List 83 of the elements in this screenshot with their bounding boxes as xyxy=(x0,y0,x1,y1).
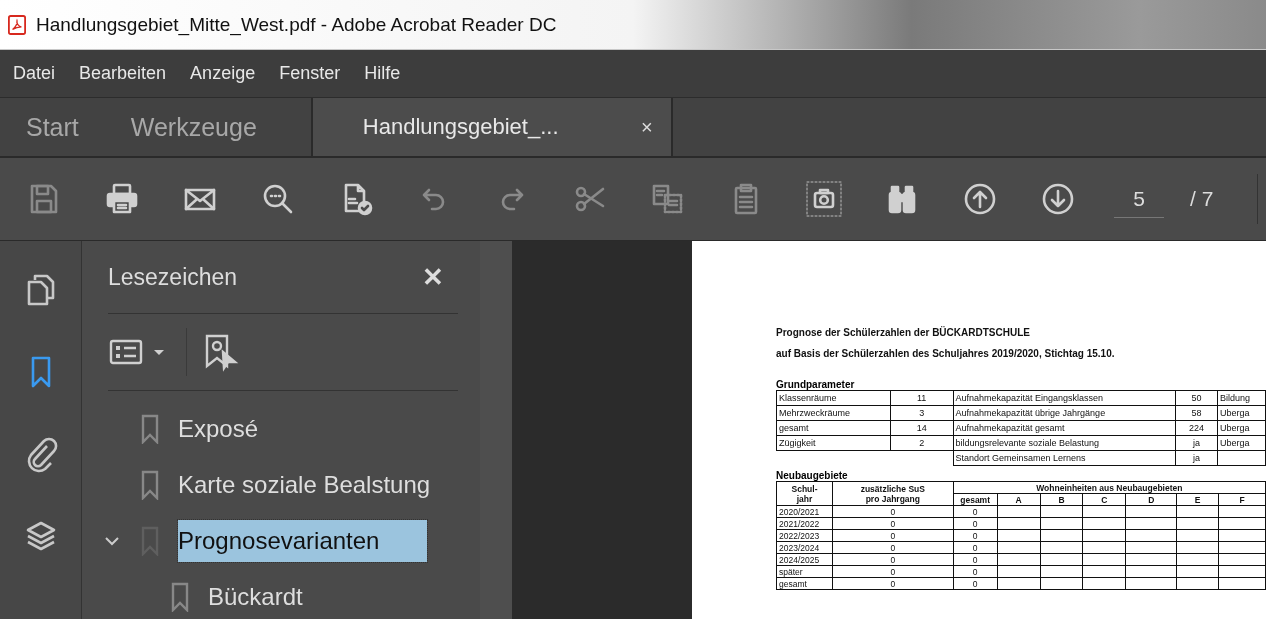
table-cell: Uberga xyxy=(1217,435,1266,451)
table-cell: 2024/2025 xyxy=(776,553,833,566)
page-count: / 7 xyxy=(1190,187,1214,211)
table-cell: 14 xyxy=(890,420,954,436)
table-cell: 0 xyxy=(832,577,954,590)
table-cell: 0 xyxy=(953,553,998,566)
column-header: B xyxy=(1040,493,1083,506)
table-cell: 3 xyxy=(890,405,954,421)
menu-item[interactable]: Datei xyxy=(13,63,56,84)
table-cell: später xyxy=(776,565,833,578)
bookmark-icon xyxy=(140,470,160,500)
table-cell: 0 xyxy=(953,565,998,578)
table-cell: 0 xyxy=(953,577,998,590)
table-cell: 2021/2022 xyxy=(776,517,833,530)
table-cell: 0 xyxy=(953,517,998,530)
tab[interactable]: Werkzeuge xyxy=(104,98,283,156)
table-cell: 2023/2024 xyxy=(776,541,833,554)
table-cell: gesamt xyxy=(776,577,833,590)
column-header: Wohneinheiten aus Neubaugebieten xyxy=(953,481,1266,494)
menu-item[interactable]: Fenster xyxy=(279,63,341,84)
section-title: Grundparameter xyxy=(776,379,856,390)
document-heading: auf Basis der Schülerzahlen des Schuljahres 2019/2020, Stichtag 15.10. xyxy=(776,348,1116,361)
bookmark-icon xyxy=(140,414,160,444)
close-tab-icon[interactable]: × xyxy=(641,115,653,139)
page-number-field[interactable]: 5 xyxy=(1114,180,1164,218)
column-header: D xyxy=(1125,493,1177,506)
bookmark-item[interactable]: Bückardt xyxy=(208,579,303,615)
table-cell: Aufnahmekapazität Eingangsklassen xyxy=(953,390,1176,406)
column-header: A xyxy=(997,493,1040,506)
tab[interactable]: Start xyxy=(0,98,105,156)
table-cell: Klassenräume xyxy=(776,390,891,406)
table-cell: 0 xyxy=(832,565,954,578)
section-title: Neubaugebiete xyxy=(776,470,849,481)
bookmark-item[interactable]: Karte soziale Bealstung xyxy=(178,467,431,503)
table-cell: 0 xyxy=(832,529,954,542)
table-cell: 0 xyxy=(832,553,954,566)
menu-item[interactable]: Anzeige xyxy=(190,63,256,84)
table-cell: Zügigkeit xyxy=(776,435,891,451)
bookmark-target-icon[interactable] xyxy=(203,332,239,372)
table-cell: 0 xyxy=(953,505,998,518)
menu-item[interactable]: Bearbeiten xyxy=(79,63,167,84)
table-cell: ja xyxy=(1175,450,1218,466)
arrow-up-icon[interactable] xyxy=(962,181,998,217)
arrow-down-icon[interactable] xyxy=(1040,181,1076,217)
table-cell: 0 xyxy=(832,505,954,518)
table-cell: 58 xyxy=(1175,405,1218,421)
window-title: Handlungsgebiet_Mitte_West.pdf - Adobe Acrobat Reader DC xyxy=(36,13,557,36)
table-cell: 0 xyxy=(832,517,954,530)
camera-icon[interactable] xyxy=(806,181,842,217)
column-header: gesamt xyxy=(953,493,998,506)
table-cell: Mehrzweckräume xyxy=(776,405,891,421)
column-header: C xyxy=(1082,493,1126,506)
table-cell: 2020/2021 xyxy=(776,505,833,518)
table-cell: ja xyxy=(1175,435,1218,451)
table-cell: gesamt xyxy=(776,420,891,436)
column-header: F xyxy=(1218,493,1266,506)
table-cell: 0 xyxy=(953,529,998,542)
menu-item[interactable]: Hilfe xyxy=(364,63,401,84)
bookmark-item[interactable]: Prognosevarianten xyxy=(178,520,428,562)
panel-title: Lesezeichen xyxy=(108,263,238,291)
table-cell: Standort Gemeinsamen Lernens xyxy=(953,450,1176,466)
close-icon[interactable]: ✕ xyxy=(422,261,444,293)
bookmark-item[interactable]: Exposé xyxy=(178,411,259,447)
table-cell: Bildung xyxy=(1217,390,1266,406)
pdf-app-icon xyxy=(8,14,26,35)
table-cell: Aufnahmekapazität übrige Jahrgänge xyxy=(953,405,1176,421)
table-cell: 50 xyxy=(1175,390,1218,406)
table-cell: 11 xyxy=(890,390,954,406)
table-cell: 0 xyxy=(953,541,998,554)
table-cell: 2022/2023 xyxy=(776,529,833,542)
table-cell: 0 xyxy=(832,541,954,554)
table-cell: 2 xyxy=(890,435,954,451)
table-cell: 224 xyxy=(1175,420,1218,436)
column-header: E xyxy=(1176,493,1219,506)
table-cell: bildungsrelevante soziale Belastung xyxy=(953,435,1176,451)
tab[interactable]: Handlungsgebiet_... × xyxy=(310,98,673,156)
table-cell: Aufnahmekapazität gesamt xyxy=(953,420,1176,436)
table-cell: Uberga xyxy=(1217,405,1266,421)
document-heading: Prognose der Schülerzahlen der BÜCKARDTSCHULE xyxy=(776,327,1031,340)
column-header: zusätzliche SuS pro Jahrgang xyxy=(832,481,954,506)
bookmark-icon xyxy=(170,582,190,612)
table-cell: Uberga xyxy=(1217,420,1266,436)
column-header: Schul- jahr xyxy=(776,481,833,506)
